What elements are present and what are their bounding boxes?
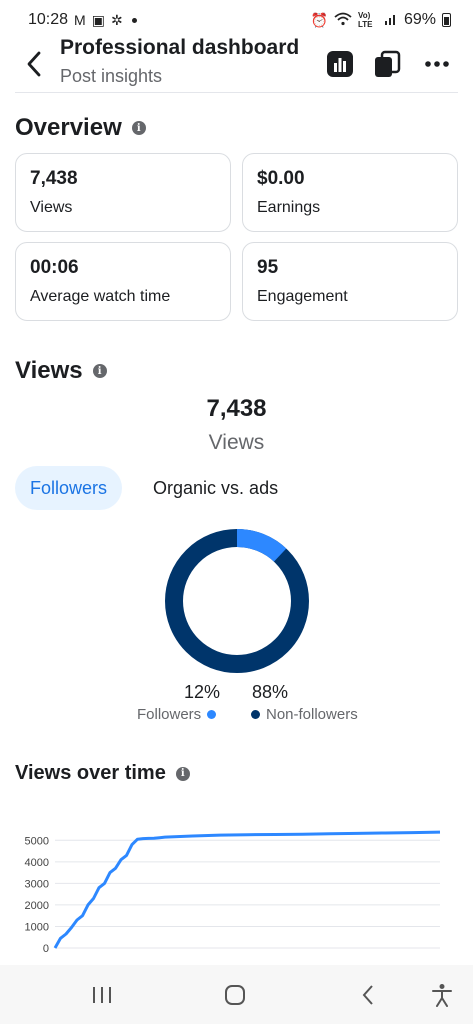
gmail-icon: M	[74, 12, 86, 28]
views-tabs: Followers Organic vs. ads	[15, 466, 293, 510]
insights-button[interactable]	[324, 48, 356, 80]
status-left: 10:28 M ▣ ✲	[28, 11, 137, 29]
info-icon[interactable]: i	[131, 121, 146, 135]
views-series-line	[53, 830, 441, 949]
overview-title: Overview	[15, 114, 122, 141]
page-title: Professional dashboard	[60, 36, 300, 59]
header-divider	[15, 92, 458, 93]
followers-donut-chart	[165, 529, 309, 673]
stat-card-engagement[interactable]: 95 Engagement	[242, 242, 458, 321]
followers-percent: 12%	[184, 682, 221, 702]
battery-icon	[442, 13, 451, 27]
stat-label: Average watch time	[30, 288, 171, 305]
status-right: ⏰ Vo) LTE 69%	[311, 11, 451, 29]
accessibility-button[interactable]	[422, 979, 462, 1011]
views-over-time-heading: Views over time i	[15, 762, 190, 785]
non-followers-dot-icon	[251, 710, 260, 719]
donut-non-followers-arc	[165, 529, 309, 673]
legend-followers: Followers	[137, 706, 217, 723]
back-button[interactable]	[20, 48, 48, 80]
wifi-icon	[334, 12, 352, 28]
home-button[interactable]	[215, 979, 255, 1011]
accessibility-icon	[432, 984, 452, 1007]
y-tick-label: 1000	[25, 921, 49, 933]
views-total-label: Views	[208, 431, 265, 454]
back-arrow-icon	[362, 985, 373, 1005]
views-over-time-chart: 0 1000 2000 3000 4000 5000	[25, 830, 441, 955]
stat-value: 95	[257, 257, 279, 278]
header: Professional dashboard Post insights	[0, 34, 473, 94]
alarm-icon: ⏰	[310, 12, 328, 28]
y-tick-label: 4000	[25, 857, 49, 869]
stat-label: Engagement	[257, 288, 348, 305]
legend-followers-label: Followers	[137, 706, 202, 723]
chevron-left-icon	[27, 51, 41, 77]
lte-icon: Vo) LTE	[357, 11, 373, 29]
overview-heading: Overview i	[15, 114, 146, 142]
pinwheel-icon: ✲	[110, 12, 123, 28]
y-tick-label: 3000	[25, 878, 49, 890]
non-followers-percent: 88%	[252, 682, 289, 702]
y-tick-label: 5000	[25, 835, 49, 847]
info-icon[interactable]: i	[175, 766, 190, 781]
y-tick-label: 0	[43, 943, 49, 955]
views-total-value: 7,438	[206, 395, 267, 422]
info-icon[interactable]: i	[92, 364, 107, 378]
stat-value: 00:06	[30, 257, 79, 278]
battery-percent: 69%	[403, 11, 436, 28]
stat-card-watch-time[interactable]: 00:06 Average watch time	[15, 242, 231, 321]
y-tick-label: 2000	[25, 900, 49, 912]
copy-icon	[375, 50, 401, 77]
more-options-button[interactable]	[421, 48, 453, 80]
views-title: Views	[15, 357, 83, 384]
views-over-time-title: Views over time	[15, 762, 166, 784]
stat-label: Views	[30, 199, 73, 216]
followers-dot-icon	[207, 710, 217, 719]
tab-organic-vs-ads[interactable]: Organic vs. ads	[138, 466, 293, 510]
stat-value: $0.00	[257, 168, 305, 189]
more-horizontal-icon	[425, 61, 449, 67]
system-back-button[interactable]	[348, 979, 388, 1011]
page-subtitle: Post insights	[60, 66, 163, 86]
stat-card-earnings[interactable]: $0.00 Earnings	[242, 153, 458, 232]
gallery-icon: ▣	[91, 12, 105, 28]
recent-apps-icon	[93, 987, 111, 1003]
status-time: 10:28	[28, 11, 69, 28]
more-notifications-dot-icon	[131, 17, 137, 23]
stat-value: 7,438	[30, 168, 78, 189]
views-heading: Views i	[15, 357, 107, 385]
system-nav-bar	[0, 965, 473, 1024]
stat-label: Earnings	[257, 199, 321, 216]
legend-non-followers: Non-followers	[251, 706, 358, 723]
bar-chart-icon	[327, 51, 353, 77]
signal-icon	[384, 13, 398, 27]
home-icon	[225, 985, 245, 1005]
stat-card-views[interactable]: 7,438 Views	[15, 153, 231, 232]
legend-non-followers-label: Non-followers	[266, 706, 358, 723]
tab-followers[interactable]: Followers	[15, 466, 123, 510]
recent-apps-button[interactable]	[82, 979, 122, 1011]
copy-button[interactable]	[371, 48, 403, 80]
